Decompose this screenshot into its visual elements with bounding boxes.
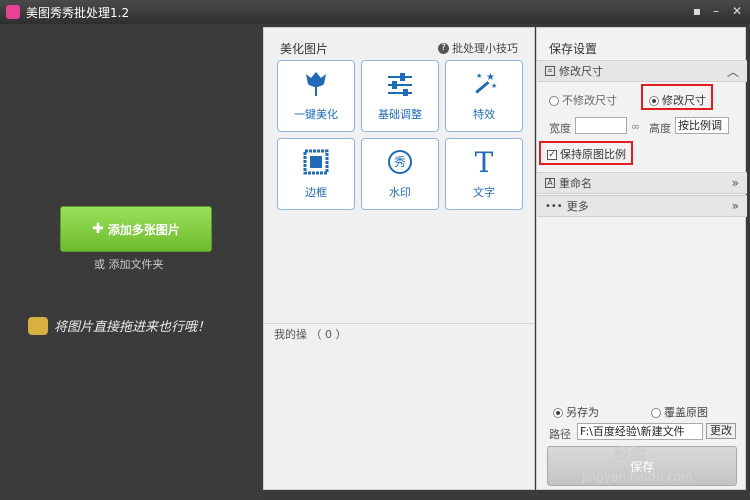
help-icon: ? — [438, 42, 449, 54]
height-label: 高度 — [649, 122, 671, 135]
radio-resize[interactable] — [649, 96, 659, 106]
pin-icon[interactable]: ▪ — [690, 4, 704, 18]
tile-label: 一键美化 — [294, 108, 338, 121]
checkbox-keep-ratio[interactable]: ✓ — [547, 150, 557, 160]
radio-save-as[interactable] — [553, 408, 563, 418]
close-icon[interactable]: ✕ — [730, 4, 744, 18]
svg-text:★: ★ — [491, 82, 497, 90]
my-operations-bar: 我的操 （ 0 ） — [264, 323, 534, 345]
watermark-url: jingyan.baidu.com — [582, 470, 693, 484]
tool-grid: 一键美化 基础调整 ★ ★ ★ 特效 边框 秀 水印 T 文字 — [277, 60, 523, 210]
path-label: 路径 — [549, 428, 571, 441]
tips-link[interactable]: ? 批处理小技巧 — [438, 40, 518, 56]
text-icon: T — [474, 145, 494, 179]
rename-section-header[interactable]: A 重命名 » — [537, 172, 747, 194]
add-images-button[interactable]: ✚ 添加多张图片 — [60, 206, 212, 252]
chevron-down-icon: » — [731, 176, 739, 190]
magic-wand-icon: ★ ★ ★ — [469, 70, 499, 98]
ratio-dropdown[interactable]: 按比例调 — [675, 117, 729, 134]
rename-header-label: 重命名 — [559, 177, 592, 190]
tile-label: 水印 — [389, 186, 411, 199]
more-section-header[interactable]: ••• 更多 » — [537, 195, 747, 217]
resize-header-label: 修改尺寸 — [559, 65, 603, 78]
tulip-icon — [301, 70, 331, 98]
beautify-panel: 美化图片 ? 批处理小技巧 一键美化 基础调整 ★ ★ ★ 特效 边框 秀 水印… — [263, 27, 535, 490]
app-logo-icon — [6, 5, 20, 19]
overwrite-option[interactable]: 覆盖原图 — [651, 404, 708, 420]
tile-label: 基础调整 — [378, 108, 422, 121]
resize-section-header[interactable]: ⌗ 修改尺寸 ︿ — [537, 60, 747, 82]
change-path-button[interactable]: 更改 — [706, 423, 736, 439]
rename-icon: A — [545, 178, 555, 188]
chevron-down-icon: » — [731, 199, 739, 213]
frame-icon — [301, 148, 331, 176]
tile-text[interactable]: T 文字 — [445, 138, 523, 210]
ops-count: （ 0 ） — [310, 328, 347, 341]
add-folder-link[interactable]: 或 添加文件夹 — [94, 256, 164, 272]
tile-watermark[interactable]: 秀 水印 — [361, 138, 439, 210]
tile-effects[interactable]: ★ ★ ★ 特效 — [445, 60, 523, 132]
drag-hint: 将图片直接拖进来也行哦！ — [28, 316, 210, 335]
tile-label: 特效 — [473, 108, 495, 121]
watermark-logo: 经验 — [614, 444, 647, 463]
tile-one-click-beautify[interactable]: 一键美化 — [277, 60, 355, 132]
dots-icon: ••• — [545, 200, 563, 212]
drag-hint-text: 将图片直接拖进来也行哦！ — [54, 320, 211, 335]
tile-basic-adjust[interactable]: 基础调整 — [361, 60, 439, 132]
more-header-label: 更多 — [566, 200, 589, 213]
drag-hint-icon — [28, 316, 48, 335]
link-icon[interactable]: ∞ — [631, 120, 640, 133]
svg-text:★: ★ — [476, 72, 482, 80]
save-settings-panel: 保存设置 ⌗ 修改尺寸 ︿ 不修改尺寸 修改尺寸 宽度 ∞ 高度 按比例调 ✓ 保… — [536, 27, 747, 490]
chevron-up-icon: ︿ — [726, 64, 739, 79]
radio-overwrite[interactable] — [651, 408, 661, 418]
tile-label: 边框 — [305, 186, 327, 199]
watermark-icon: 秀 — [385, 148, 415, 176]
tips-label: 批处理小技巧 — [452, 42, 518, 55]
path-input[interactable]: F:\百度经验\新建文件 — [577, 423, 703, 440]
no-resize-option[interactable]: 不修改尺寸 — [549, 92, 617, 108]
sliders-icon — [385, 70, 415, 98]
tile-frame[interactable]: 边框 — [277, 138, 355, 210]
add-images-label: 添加多张图片 — [107, 222, 180, 237]
ops-label: 我的操 — [274, 328, 307, 341]
radio-no-resize[interactable] — [549, 96, 559, 106]
title-bar: 美图秀秀批处理1.2 ▪ – ✕ — [0, 0, 750, 24]
left-panel: ✚ 添加多张图片 或 添加文件夹 将图片直接拖进来也行哦！ — [0, 24, 262, 500]
resize-option[interactable]: 修改尺寸 — [649, 92, 706, 108]
width-label: 宽度 — [549, 122, 571, 135]
window-title: 美图秀秀批处理1.2 — [26, 5, 130, 20]
save-settings-title: 保存设置 — [549, 42, 598, 56]
tile-label: 文字 — [473, 186, 495, 199]
keep-ratio-option[interactable]: ✓ 保持原图比例 — [547, 146, 626, 162]
width-input[interactable] — [575, 117, 627, 134]
resize-icon: ⌗ — [545, 66, 555, 76]
plus-icon: ✚ — [92, 221, 104, 237]
save-as-option[interactable]: 另存为 — [553, 404, 599, 420]
minimize-icon[interactable]: – — [709, 4, 723, 18]
beautify-title: 美化图片 — [280, 42, 329, 56]
